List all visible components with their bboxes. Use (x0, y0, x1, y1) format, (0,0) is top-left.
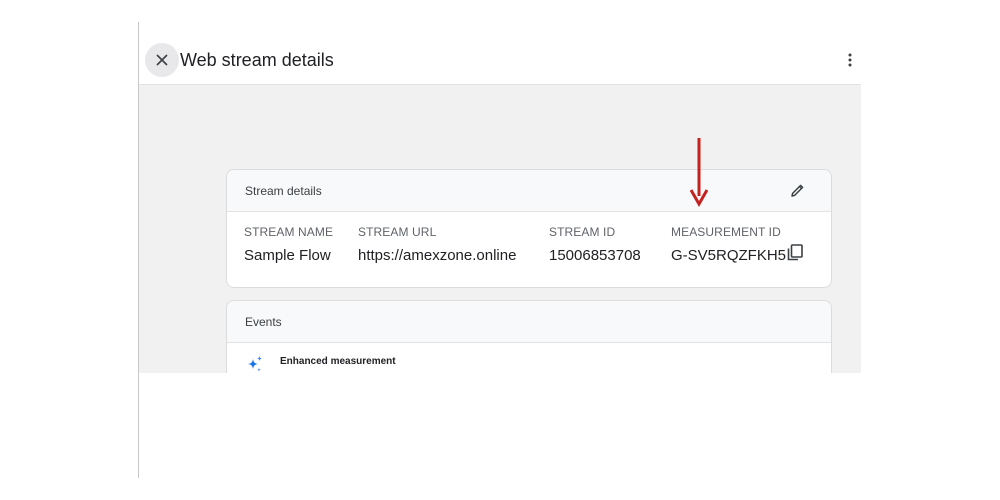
field-label: MEASUREMENT ID (671, 225, 781, 239)
events-header: Events (227, 301, 831, 343)
edit-pencil-icon[interactable] (790, 183, 805, 198)
more-vert-icon (848, 53, 852, 67)
field-label: STREAM ID (549, 225, 616, 239)
copy-icon[interactable] (787, 244, 803, 261)
field-stream-id: STREAM ID 15006853708 (549, 225, 641, 264)
field-value[interactable]: G-SV5RQZFKH5 (671, 247, 786, 264)
page-title: Web stream details (180, 50, 334, 70)
events-title: Events (245, 315, 282, 329)
red-down-arrow (690, 138, 708, 208)
field-value: Sample Flow (244, 247, 331, 264)
field-value: https://amexzone.online (358, 247, 517, 264)
field-stream-url: STREAM URL https://amexzone.online (358, 225, 516, 264)
sparkle-icon (248, 356, 262, 372)
close-button[interactable] (145, 43, 179, 77)
card-title: Stream details (245, 184, 322, 198)
page-header: Web stream details (139, 34, 861, 85)
bottom-blank-area (139, 373, 861, 500)
enhanced-measurement-label[interactable]: Enhanced measurement (280, 356, 396, 367)
field-value: 15006853708 (549, 247, 641, 264)
field-stream-name: STREAM NAME Sample Flow (244, 225, 333, 264)
field-measurement-id: MEASUREMENT ID G-SV5RQZFKH5 (671, 225, 786, 264)
field-label: STREAM URL (358, 225, 437, 239)
field-label: STREAM NAME (244, 225, 334, 239)
stream-details-card: Stream details STREAM NAME Sample Flow S… (226, 169, 832, 288)
close-icon (156, 54, 168, 66)
more-options-button[interactable] (839, 50, 861, 70)
stream-details-header: Stream details (227, 170, 831, 212)
